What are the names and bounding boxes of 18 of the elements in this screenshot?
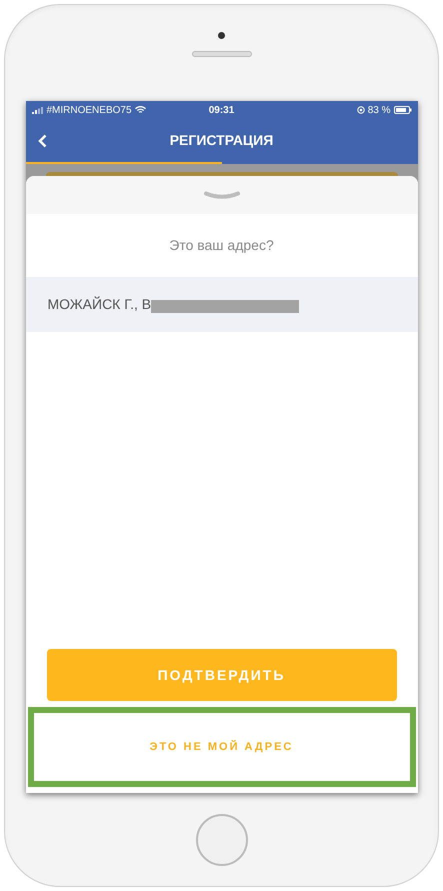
address-row[interactable]: МОЖАЙСК Г., В [26, 277, 418, 332]
battery-percent: 83 % [368, 104, 390, 118]
chevron-down-icon [204, 190, 240, 200]
screen-title: РЕГИСТРАЦИЯ [168, 131, 274, 150]
confirm-button[interactable]: ПОДТВЕРДИТЬ [46, 649, 396, 701]
orientation-lock-icon [356, 106, 365, 114]
sheet-handle-bar[interactable] [26, 176, 418, 214]
signal-icon [32, 106, 44, 114]
address-prompt: Это ваш адрес? [169, 236, 274, 255]
speaker-icon [192, 51, 252, 57]
status-time: 09:31 [208, 104, 236, 118]
address-text: МОЖАЙСК Г., В [48, 295, 152, 314]
camera-icon [218, 32, 225, 39]
not-my-address-button[interactable]: ЭТО НЕ МОЙ АДРЕС [28, 707, 416, 787]
battery-icon [394, 106, 412, 114]
wifi-icon [134, 106, 146, 114]
chevron-left-icon [38, 134, 46, 148]
carrier-name: #MIRNOENEBO75 [46, 104, 132, 118]
